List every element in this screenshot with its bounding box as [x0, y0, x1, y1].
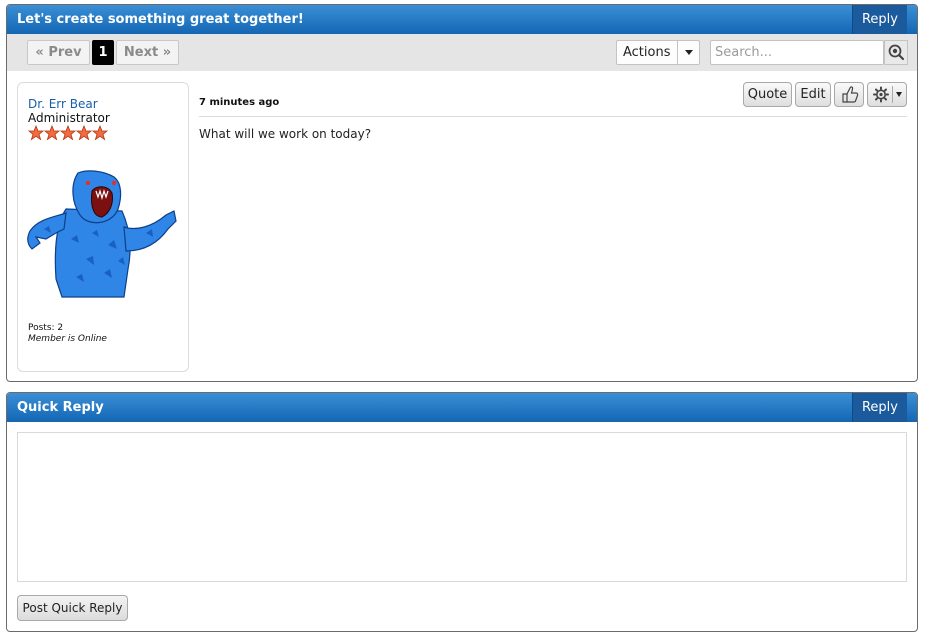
edit-button[interactable]: Edit: [795, 82, 831, 107]
star-icon: [76, 125, 92, 141]
search-input[interactable]: [710, 40, 884, 65]
search-icon: [888, 44, 905, 61]
quick-reply-header: Quick Reply Reply: [7, 393, 917, 422]
post-count: Posts: 2: [28, 323, 64, 333]
actions-caret[interactable]: [677, 41, 699, 64]
reply-button[interactable]: Reply: [852, 5, 907, 34]
author-link[interactable]: Dr. Err Bear: [28, 97, 98, 111]
current-page-indicator[interactable]: 1: [92, 40, 114, 65]
star-icon: [60, 125, 76, 141]
author-role: Administrator: [28, 111, 110, 125]
like-button[interactable]: [834, 82, 864, 107]
actions-label: Actions: [623, 45, 671, 60]
post-divider: [199, 116, 907, 117]
actions-dropdown[interactable]: Actions: [616, 40, 700, 65]
online-status: Member is Online: [28, 334, 107, 344]
chevron-down-icon: [685, 50, 693, 55]
star-icon: [28, 125, 44, 141]
topic-panel: Let's create something great together! R…: [6, 4, 918, 382]
quick-reply-textarea[interactable]: [17, 432, 907, 582]
post-options-button[interactable]: [867, 82, 907, 107]
options-separator: [892, 86, 893, 103]
next-page-button[interactable]: Next »: [116, 40, 179, 65]
rank-stars: [28, 125, 108, 141]
topic-toolbar: « Prev 1 Next » Actions: [7, 34, 917, 71]
avatar: [27, 170, 177, 298]
full-reply-button[interactable]: Reply: [852, 393, 907, 422]
post-quick-reply-button[interactable]: Post Quick Reply: [17, 595, 128, 621]
post-body: What will we work on today?: [199, 127, 372, 141]
gear-icon: [873, 86, 889, 103]
topic-title: Let's create something great together!: [17, 12, 304, 27]
chevron-down-icon: [896, 92, 902, 97]
prev-page-button[interactable]: « Prev: [27, 40, 90, 65]
quote-button[interactable]: Quote: [743, 82, 792, 107]
star-icon: [92, 125, 108, 141]
thumbs-up-icon: [842, 86, 859, 103]
star-icon: [44, 125, 60, 141]
quick-reply-title: Quick Reply: [17, 400, 104, 415]
user-card: Dr. Err Bear Administrator Posts: 2 Memb…: [17, 82, 189, 372]
search-button[interactable]: [884, 40, 908, 65]
post-timestamp: 7 minutes ago: [199, 97, 280, 108]
topic-header: Let's create something great together! R…: [7, 5, 917, 34]
quick-reply-panel: Quick Reply Reply Post Quick Reply: [6, 392, 918, 632]
